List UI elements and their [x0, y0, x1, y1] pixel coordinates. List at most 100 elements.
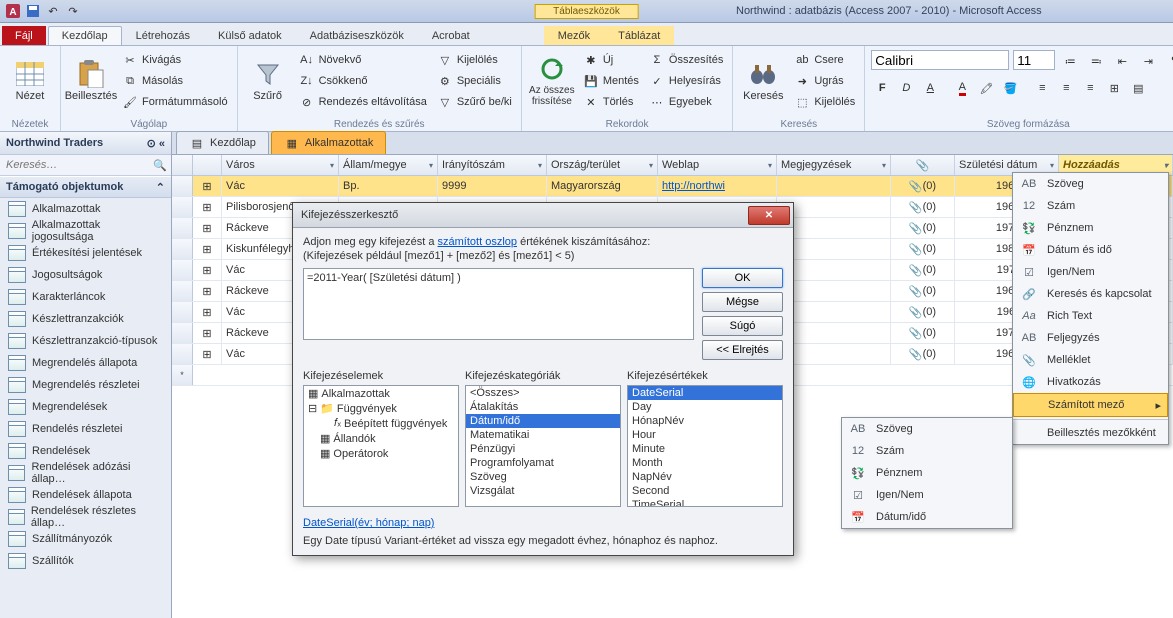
- nav-item[interactable]: Megrendelések: [0, 396, 171, 418]
- tab-file[interactable]: Fájl: [2, 26, 46, 45]
- advanced-filter-button[interactable]: ⚙Speciális: [434, 71, 515, 91]
- col-city[interactable]: Város▾: [222, 155, 339, 175]
- paste-button[interactable]: Beillesztés: [67, 50, 115, 112]
- nav-collapse-icon[interactable]: ⊙ «: [147, 137, 165, 150]
- values-list[interactable]: DateSerialDayHónapNévHourMinuteMonthNapN…: [627, 385, 783, 507]
- menu-currency[interactable]: 💱Pénznem: [1013, 217, 1168, 239]
- list-item[interactable]: Month: [628, 456, 782, 470]
- gridlines-icon[interactable]: ⊞: [1103, 77, 1125, 99]
- totals-button[interactable]: ΣÖsszesítés: [646, 50, 726, 70]
- indent-right-icon[interactable]: ⇥: [1137, 50, 1159, 72]
- more-records-button[interactable]: ⋯Egyebek: [646, 92, 726, 112]
- select-all-cell[interactable]: [172, 155, 193, 175]
- nav-item[interactable]: Szállítmányozók: [0, 528, 171, 550]
- list-item[interactable]: <Összes>: [466, 386, 620, 400]
- redo-icon[interactable]: ↷: [64, 2, 82, 20]
- categories-list[interactable]: <Összes>ÁtalakításDátum/időMatematikaiPé…: [465, 385, 621, 507]
- close-button[interactable]: ✕: [748, 206, 790, 225]
- font-size-select[interactable]: [1013, 50, 1055, 70]
- nav-item[interactable]: Rendelés részletei: [0, 418, 171, 440]
- menu-rich[interactable]: AaRich Text: [1013, 305, 1168, 327]
- elements-tree[interactable]: ▦Alkalmazottak ⊟📁Függvények 𝑓ₓBeépített …: [303, 385, 459, 507]
- nav-section-label[interactable]: Támogató objektumok: [6, 181, 123, 193]
- nav-item[interactable]: Rendelések: [0, 440, 171, 462]
- cut-button[interactable]: ✂Kivágás: [119, 50, 231, 70]
- list-item[interactable]: DateSerial: [628, 386, 782, 400]
- tab-table[interactable]: Táblázat: [604, 26, 674, 45]
- col-notes[interactable]: Megjegyzések▾: [777, 155, 891, 175]
- nav-item[interactable]: Karakterláncok: [0, 286, 171, 308]
- list-item[interactable]: Hour: [628, 428, 782, 442]
- nav-item[interactable]: Rendelések adózási állap…: [0, 462, 171, 484]
- nav-item[interactable]: Készlettranzakciók: [0, 308, 171, 330]
- refresh-button[interactable]: Az összes frissítése: [528, 50, 576, 112]
- tab-fields[interactable]: Mezők: [544, 26, 604, 45]
- less-button[interactable]: << Elrejtés: [702, 340, 783, 360]
- menu-text[interactable]: ABSzöveg: [1013, 173, 1168, 195]
- nav-item[interactable]: Megrendelés állapota: [0, 352, 171, 374]
- list-item[interactable]: Vizsgálat: [466, 484, 620, 498]
- selection-filter-button[interactable]: ▽Kijelölés: [434, 50, 515, 70]
- format-painter-button[interactable]: 🖌Formátummásoló: [119, 92, 231, 112]
- list-item[interactable]: Dátum/idő: [466, 414, 620, 428]
- save-icon[interactable]: [24, 2, 42, 20]
- undo-icon[interactable]: ↶: [44, 2, 62, 20]
- nav-item[interactable]: Alkalmazottak jogosultsága: [0, 220, 171, 242]
- list-item[interactable]: Matematikai: [466, 428, 620, 442]
- nav-item[interactable]: Alkalmazottak: [0, 198, 171, 220]
- help-button[interactable]: Súgó: [702, 316, 783, 336]
- filter-button[interactable]: Szűrő: [244, 50, 292, 112]
- italic-button[interactable]: D: [895, 77, 917, 99]
- sub-datetime[interactable]: 📅Dátum/idő: [842, 506, 1012, 528]
- sort-desc-button[interactable]: Z↓Csökkenő: [296, 71, 430, 91]
- align-center-icon[interactable]: ≡: [1055, 77, 1077, 99]
- remove-sort-button[interactable]: ⊘Rendezés eltávolítása: [296, 92, 430, 112]
- save-record-button[interactable]: 💾Mentés: [580, 71, 642, 91]
- tab-home[interactable]: Kezdőlap: [48, 26, 122, 45]
- menu-yesno[interactable]: ☑Igen/Nem: [1013, 261, 1168, 283]
- menu-paste-as[interactable]: Beillesztés mezőkként: [1013, 422, 1168, 444]
- menu-lookup[interactable]: 🔗Keresés és kapcsolat: [1013, 283, 1168, 305]
- nav-item[interactable]: Értékesítési jelentések: [0, 242, 171, 264]
- list-item[interactable]: Day: [628, 400, 782, 414]
- replace-button[interactable]: abCsere: [791, 50, 858, 70]
- nav-item[interactable]: Szállítók: [0, 550, 171, 572]
- nav-item[interactable]: Rendelések állapota: [0, 484, 171, 506]
- tab-external[interactable]: Külső adatok: [204, 26, 296, 45]
- select-button[interactable]: ⬚Kijelölés: [791, 92, 858, 112]
- sub-text[interactable]: ABSzöveg: [842, 418, 1012, 440]
- col-attachment[interactable]: 📎: [891, 155, 955, 175]
- align-right-icon[interactable]: ≡: [1079, 77, 1101, 99]
- font-family-select[interactable]: [871, 50, 1009, 70]
- list-item[interactable]: HónapNév: [628, 414, 782, 428]
- highlight-button[interactable]: 🖍: [975, 77, 997, 99]
- tab-acrobat[interactable]: Acrobat: [418, 26, 484, 45]
- nav-item[interactable]: Készlettranzakció-típusok: [0, 330, 171, 352]
- numbering-icon[interactable]: ≕: [1085, 50, 1107, 72]
- menu-datetime[interactable]: 📅Dátum és idő: [1013, 239, 1168, 261]
- list-item[interactable]: Átalakítás: [466, 400, 620, 414]
- text-direction-icon[interactable]: ¶: [1163, 50, 1173, 72]
- expand-column[interactable]: [193, 155, 222, 175]
- align-left-icon[interactable]: ≡: [1031, 77, 1053, 99]
- sort-asc-button[interactable]: A↓Növekvő: [296, 50, 430, 70]
- list-item[interactable]: Programfolyamat: [466, 456, 620, 470]
- font-color-button[interactable]: A: [951, 77, 973, 99]
- app-icon[interactable]: A: [4, 2, 22, 20]
- nav-item[interactable]: Megrendelés részletei: [0, 374, 171, 396]
- bold-button[interactable]: F: [871, 77, 893, 99]
- search-icon[interactable]: 🔍: [153, 159, 167, 172]
- toggle-filter-button[interactable]: ▽Szűrő be/ki: [434, 92, 515, 112]
- indent-left-icon[interactable]: ⇤: [1111, 50, 1133, 72]
- copy-button[interactable]: ⧉Másolás: [119, 71, 231, 91]
- menu-calculated[interactable]: Számított mező▸: [1013, 393, 1168, 417]
- menu-memo[interactable]: ABFeljegyzés: [1013, 327, 1168, 349]
- tab-create[interactable]: Létrehozás: [122, 26, 204, 45]
- doc-tab-home[interactable]: ▤Kezdőlap: [176, 131, 269, 154]
- nav-item[interactable]: Rendelések részletes állap…: [0, 506, 171, 528]
- section-collapse-icon[interactable]: ⌃: [156, 181, 165, 194]
- col-zip[interactable]: Irányítószám▾: [438, 155, 547, 175]
- cancel-button[interactable]: Mégse: [702, 292, 783, 312]
- col-country[interactable]: Ország/terület▾: [547, 155, 658, 175]
- underline-button[interactable]: A: [919, 77, 941, 99]
